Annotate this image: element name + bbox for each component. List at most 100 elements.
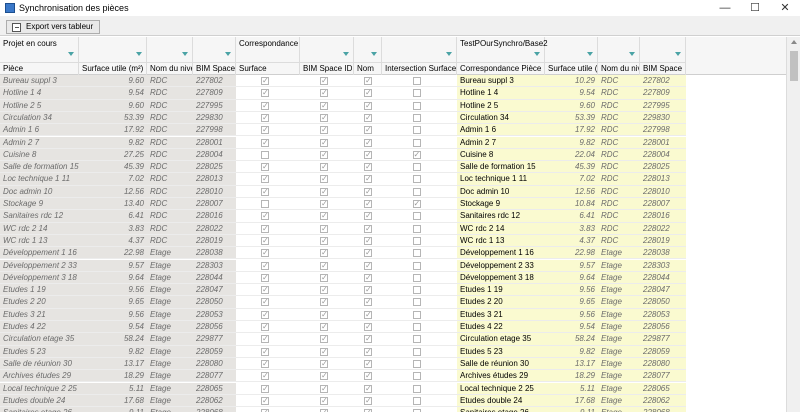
scroll-thumb[interactable] <box>790 51 798 81</box>
checkbox-nom[interactable] <box>364 173 372 185</box>
checkbox-surface[interactable] <box>261 309 269 320</box>
table-row[interactable]: Développement 3 189.64Etage228044Dévelop… <box>0 271 786 285</box>
filter-icon[interactable] <box>343 52 349 56</box>
checkbox-intersection[interactable] <box>412 163 421 172</box>
checkbox-bim[interactable] <box>320 395 328 406</box>
checkbox-nom[interactable] <box>364 296 372 308</box>
checkbox-nom[interactable] <box>364 161 372 172</box>
checkbox-nom[interactable] <box>364 223 372 234</box>
checkbox-intersection[interactable] <box>412 101 421 110</box>
checkbox-intersection[interactable] <box>412 286 421 295</box>
checkbox-nom[interactable] <box>364 346 372 357</box>
checkbox-intersection[interactable] <box>412 310 421 319</box>
checkbox-nom[interactable] <box>364 333 372 345</box>
col-b-surface[interactable]: Surface utile (m²) <box>545 63 598 75</box>
checkbox-intersection[interactable] <box>412 224 421 233</box>
close-button[interactable]: ✕ <box>770 0 800 16</box>
table-row[interactable]: Hotline 1 49.54RDC227809Hotline 1 49.54R… <box>0 87 786 100</box>
table-row[interactable]: Hotline 2 59.60RDC227995Hotline 2 59.60R… <box>0 99 786 112</box>
checkbox-bim[interactable] <box>320 296 328 308</box>
checkbox-surface[interactable] <box>261 150 269 159</box>
checkbox-bim[interactable] <box>320 198 328 209</box>
checkbox-surface[interactable] <box>261 321 269 332</box>
col-c-bim[interactable]: BIM Space ID <box>300 63 354 75</box>
maximize-button[interactable]: ☐ <box>740 0 770 16</box>
checkbox-intersection[interactable] <box>412 236 421 245</box>
table-row[interactable]: Développement 1 1622.98Etage228038Dévelo… <box>0 247 786 260</box>
checkbox-intersection[interactable] <box>412 212 421 221</box>
checkbox-intersection[interactable] <box>412 261 421 270</box>
checkbox-bim[interactable] <box>320 247 328 258</box>
checkbox-nom[interactable] <box>364 395 372 406</box>
scroll-up-icon[interactable] <box>791 40 797 44</box>
checkbox-surface[interactable] <box>261 346 269 357</box>
checkbox-intersection[interactable] <box>412 359 421 368</box>
table-row[interactable]: Etudes 4 229.54Etage228056Etudes 4 229.5… <box>0 321 786 334</box>
checkbox-nom[interactable] <box>364 321 372 332</box>
checkbox-bim[interactable] <box>320 333 328 345</box>
checkbox-surface[interactable] <box>261 124 269 135</box>
checkbox-intersection[interactable] <box>412 113 421 122</box>
table-row[interactable]: Cuisine 827.25RDC228004Cuisine 822.04RDC… <box>0 148 786 162</box>
filter-icon[interactable] <box>182 52 188 56</box>
checkbox-bim[interactable] <box>320 383 328 394</box>
checkbox-surface[interactable] <box>261 137 269 148</box>
checkbox-surface[interactable] <box>261 223 269 234</box>
checkbox-surface[interactable] <box>261 284 269 295</box>
checkbox-surface[interactable] <box>261 260 269 271</box>
checkbox-intersection[interactable] <box>412 347 421 356</box>
table-row[interactable]: Sanitaires rdc 126.41RDC228016Sanitaires… <box>0 210 786 223</box>
col-b-piece[interactable]: Correspondance Pièce <box>457 63 545 75</box>
checkbox-nom[interactable] <box>364 247 372 258</box>
checkbox-intersection[interactable] <box>412 198 421 209</box>
col-niveau[interactable]: Nom du niveau <box>147 63 193 75</box>
checkbox-bim[interactable] <box>320 358 328 369</box>
table-row[interactable]: Etudes 1 199.56Etage228047Etudes 1 199.5… <box>0 284 786 297</box>
checkbox-nom[interactable] <box>364 272 372 283</box>
table-row[interactable]: Loc technique 1 117.02RDC228013Loc techn… <box>0 173 786 186</box>
checkbox-nom[interactable] <box>364 137 372 148</box>
checkbox-intersection[interactable] <box>412 138 421 147</box>
table-row[interactable]: Salle de réunion 3013.17Etage228080Salle… <box>0 357 786 371</box>
checkbox-nom[interactable] <box>364 383 372 394</box>
filter-icon[interactable] <box>225 52 231 56</box>
table-row[interactable]: Circulation 3453.39RDC229830Circulation … <box>0 111 786 125</box>
checkbox-surface[interactable] <box>261 75 269 86</box>
checkbox-surface[interactable] <box>261 100 269 111</box>
checkbox-nom[interactable] <box>364 100 372 111</box>
checkbox-intersection[interactable] <box>412 187 421 196</box>
checkbox-surface[interactable] <box>261 272 269 283</box>
checkbox-intersection[interactable] <box>412 298 421 307</box>
checkbox-surface[interactable] <box>261 173 269 185</box>
checkbox-intersection[interactable] <box>412 249 421 258</box>
checkbox-surface[interactable] <box>261 112 269 123</box>
checkbox-bim[interactable] <box>320 223 328 234</box>
checkbox-nom[interactable] <box>364 309 372 320</box>
checkbox-nom[interactable] <box>364 198 372 209</box>
checkbox-surface[interactable] <box>261 247 269 258</box>
col-c-nom[interactable]: Nom <box>354 63 382 75</box>
minimize-button[interactable]: — <box>710 0 740 16</box>
checkbox-surface[interactable] <box>261 296 269 308</box>
checkbox-intersection[interactable] <box>412 273 421 282</box>
checkbox-bim[interactable] <box>320 272 328 283</box>
checkbox-nom[interactable] <box>364 186 372 197</box>
checkbox-bim[interactable] <box>320 161 328 172</box>
table-row[interactable]: Sanitaires etage 269.11Etage228068Sanita… <box>0 407 786 412</box>
col-bim[interactable]: BIM Space ID <box>193 63 236 75</box>
filter-icon[interactable] <box>587 52 593 56</box>
table-row[interactable]: WC rdc 2 143.83RDC228022WC rdc 2 143.83R… <box>0 222 786 235</box>
checkbox-intersection[interactable] <box>412 335 421 344</box>
checkbox-surface[interactable] <box>261 235 269 246</box>
col-c-inter[interactable]: Intersection Surface <box>382 63 457 75</box>
checkbox-surface[interactable] <box>261 383 269 394</box>
filter-icon[interactable] <box>446 52 452 56</box>
export-spreadsheet-button[interactable]: Export vers tableur <box>6 20 101 34</box>
table-row[interactable]: Archives études 2918.29Etage228077Archiv… <box>0 370 786 383</box>
checkbox-bim[interactable] <box>320 112 328 123</box>
checkbox-nom[interactable] <box>364 358 372 369</box>
filter-icon[interactable] <box>534 52 540 56</box>
checkbox-nom[interactable] <box>364 124 372 135</box>
checkbox-bim[interactable] <box>320 370 328 381</box>
table-row[interactable]: Admin 2 79.82RDC228001Admin 2 79.82RDC22… <box>0 136 786 149</box>
